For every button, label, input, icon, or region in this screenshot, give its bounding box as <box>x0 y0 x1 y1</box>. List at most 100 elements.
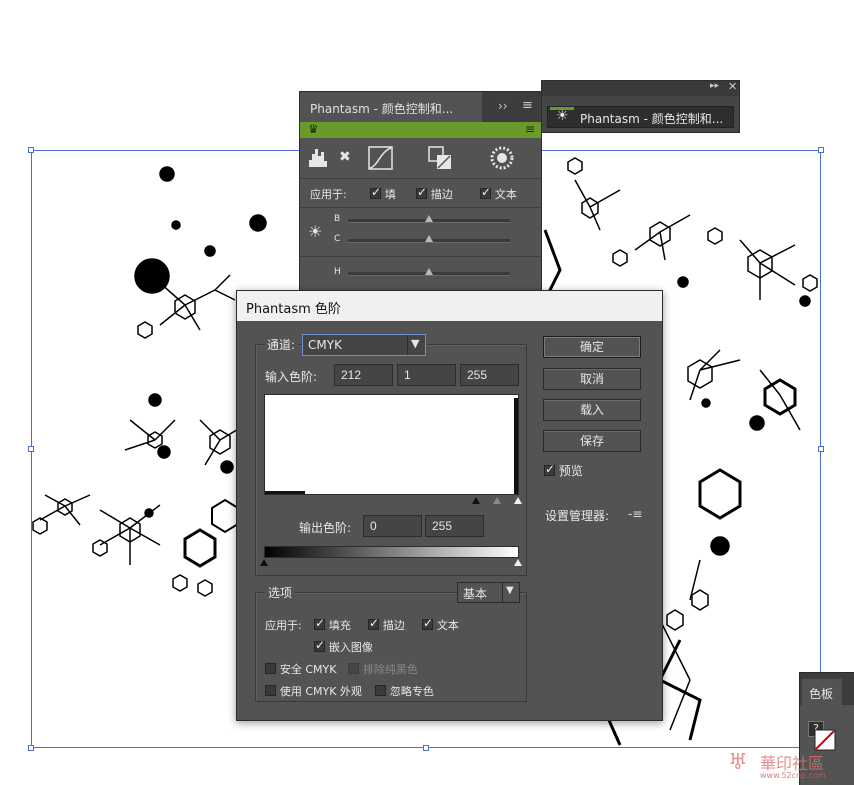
preview-label: 预览 <box>558 464 583 478</box>
dialog-title: Phantasm 色阶 <box>246 302 341 317</box>
contrast-slider-thumb[interactable] <box>425 235 433 242</box>
output-level-white-field[interactable] <box>425 515 484 537</box>
preset-menu-icon[interactable]: -≡ <box>628 507 642 521</box>
expand-icon[interactable]: ▸▸ <box>710 81 719 91</box>
input-white-slider[interactable] <box>514 497 522 504</box>
close-icon[interactable]: ✕ <box>728 80 737 93</box>
hue-slider-thumb[interactable] <box>425 268 433 275</box>
histogram-bars <box>514 398 518 494</box>
swatches-tab-bar: 色板 <box>800 673 854 705</box>
use-cmyk-view-label: 使用 CMYK 外观 <box>279 685 362 698</box>
panel-tab-title: Phantasm - 颜色控制和... <box>310 102 454 116</box>
output-levels-label: 输出色阶: <box>299 521 352 535</box>
output-white-slider[interactable] <box>514 559 522 566</box>
brightness-slider-thumb[interactable] <box>425 215 433 222</box>
input-level-black-field[interactable] <box>334 364 393 386</box>
brightness-icon: ☀ <box>308 222 323 241</box>
curves-icon[interactable] <box>368 146 394 170</box>
swatches-tab-title: 色板 <box>809 687 834 701</box>
histogram-icon[interactable] <box>308 146 334 168</box>
safe-cmyk-label: 安全 CMYK <box>279 663 337 676</box>
input-gamma-slider[interactable] <box>493 497 501 504</box>
input-level-gamma-field[interactable] <box>397 364 456 386</box>
exclude-black-label: 排除纯黑色 <box>362 663 418 676</box>
options-fill-checkbox[interactable] <box>314 616 325 630</box>
load-button[interactable]: 载入 <box>543 399 641 421</box>
output-level-black-field[interactable] <box>363 515 422 537</box>
ok-button[interactable]: 确定 <box>543 336 641 358</box>
input-levels-label: 输入色阶: <box>265 370 318 384</box>
safe-cmyk-checkbox[interactable] <box>265 663 276 674</box>
brightness-icon: ☀ <box>556 108 569 124</box>
watermark-url: www.52cnp.com <box>760 771 826 780</box>
phantasm-color-panel: Phantasm - 颜色控制和... ›› ≡ ♛ ≡ ✖ 应用于: 填 描边… <box>299 91 542 296</box>
chevron-down-icon: ▼ <box>506 585 514 596</box>
embed-images-label: 嵌入图像 <box>328 641 373 654</box>
input-level-white-field[interactable] <box>460 364 519 386</box>
input-black-slider[interactable] <box>472 497 480 504</box>
apply-text-label: 文本 <box>494 188 517 201</box>
slider-b-label: B <box>334 214 341 224</box>
exclude-black-checkbox[interactable] <box>348 663 359 674</box>
apply-to-row: 应用于: 填 描边 文本 <box>300 178 541 207</box>
panel-menu-icon[interactable]: ≡ <box>522 98 533 113</box>
ignore-spot-label: 忽略专色 <box>389 685 434 698</box>
apply-text-checkbox[interactable] <box>480 185 491 199</box>
cancel-button[interactable]: 取消 <box>543 368 641 390</box>
save-button[interactable]: 保存 <box>543 430 641 452</box>
floating-panel: ▸▸ ✕ ☀ Phantasm - 颜色控制和... <box>541 80 740 133</box>
options-stroke-label: 描边 <box>382 619 405 632</box>
channel-select-value: CMYK <box>308 338 342 352</box>
selection-handle[interactable] <box>423 745 429 751</box>
panel-tab[interactable]: Phantasm - 颜色控制和... <box>300 92 482 122</box>
panel-tool-row: ✖ <box>300 138 541 178</box>
crown-icon: ♛ <box>308 122 319 136</box>
collapse-icon[interactable]: ›› <box>498 99 508 113</box>
watermark: ♅ 華印社區 www.52cnp.com <box>726 748 854 785</box>
output-gradient-bar <box>264 546 519 558</box>
options-mode-value: 基本 <box>463 587 488 601</box>
panel-tab-bar: Phantasm - 颜色控制和... ›› ≡ <box>300 92 541 122</box>
hue-group: H <box>300 256 541 287</box>
levels-dialog: Phantasm 色阶 通道: CMYK ▼ 输入色阶: 输出色阶: 确定 取消… <box>236 290 663 721</box>
apply-to-label: 应用于: <box>310 188 347 201</box>
options-fill-label: 填充 <box>328 619 351 632</box>
preview-checkbox[interactable] <box>544 462 555 476</box>
embed-images-checkbox[interactable] <box>314 638 325 652</box>
selection-handle[interactable] <box>28 446 34 452</box>
dialog-titlebar[interactable]: Phantasm 色阶 <box>237 291 662 321</box>
floating-panel-tab[interactable]: ☀ Phantasm - 颜色控制和... <box>547 106 734 128</box>
histogram-bars <box>265 491 305 494</box>
selection-handle[interactable] <box>818 147 824 153</box>
slider-c-label: C <box>334 234 341 244</box>
slider-h-label: H <box>334 267 341 277</box>
channel-select[interactable]: CMYK ▼ <box>302 334 426 356</box>
options-label: 选项 <box>265 584 296 601</box>
options-text-label: 文本 <box>436 619 459 632</box>
color-balance-icon[interactable] <box>428 146 454 170</box>
selection-handle[interactable] <box>28 745 34 751</box>
apply-stroke-checkbox[interactable] <box>416 185 427 199</box>
close-x-icon[interactable]: ✖ <box>339 149 351 165</box>
selection-handle[interactable] <box>28 147 34 153</box>
preset-manager-label: 设置管理器: <box>545 509 610 523</box>
histogram-display <box>264 394 519 495</box>
channel-label: 通道: <box>265 336 298 353</box>
floating-panel-header[interactable]: ▸▸ ✕ <box>542 80 739 96</box>
apply-fill-checkbox[interactable] <box>370 185 381 199</box>
strip-menu-icon[interactable]: ≡ <box>525 122 535 136</box>
options-stroke-checkbox[interactable] <box>368 616 379 630</box>
swatches-tab[interactable]: 色板 <box>802 679 842 705</box>
options-apply-to-label: 应用于: <box>265 619 302 632</box>
chevron-down-icon: ▼ <box>411 337 420 350</box>
floating-panel-title: Phantasm - 颜色控制和... <box>580 112 724 126</box>
options-text-checkbox[interactable] <box>422 616 433 630</box>
apply-fill-label: 填 <box>384 188 396 201</box>
use-cmyk-view-checkbox[interactable] <box>265 685 276 696</box>
halftone-icon[interactable] <box>490 146 514 170</box>
ignore-spot-checkbox[interactable] <box>375 685 386 696</box>
options-mode-select[interactable]: 基本 ▼ <box>457 582 520 603</box>
selection-handle[interactable] <box>818 446 824 452</box>
output-black-slider[interactable] <box>260 559 268 566</box>
panel-brand-strip: ♛ ≡ <box>300 122 541 138</box>
